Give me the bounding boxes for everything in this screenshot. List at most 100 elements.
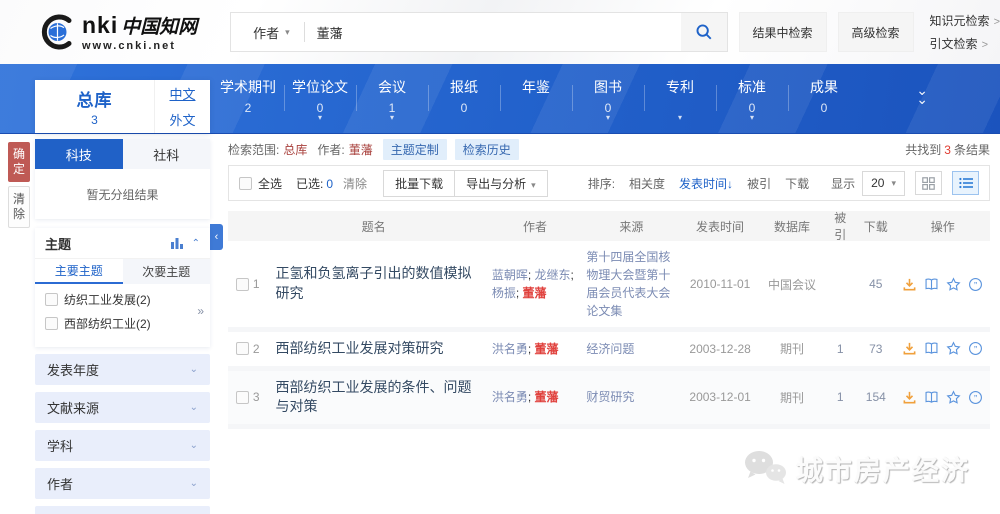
topic-item-label[interactable]: 西部纺织工业(2) [64,315,151,332]
tab-primary-topic[interactable]: 主要主题 [35,259,123,284]
filter-panel-3[interactable]: 作者⌄ [35,468,210,499]
scope-value[interactable]: 总库 [283,141,307,158]
grid-view-button[interactable] [915,171,942,195]
download-icon[interactable] [902,390,917,405]
column-header-0: 题名 [264,218,488,235]
favorite-icon[interactable] [946,277,961,292]
filter-panel-0[interactable]: 发表年度⌄ [35,354,210,385]
read-icon[interactable] [924,390,939,405]
advanced-search-button[interactable]: 高级检索 [838,12,914,52]
lang-foreign-link[interactable]: 外文 [169,110,195,129]
topic-checkbox[interactable] [45,317,58,330]
search-input[interactable] [305,25,681,40]
tab-social[interactable]: 社科 [123,139,211,169]
chevron-double-down-icon[interactable]: ⌄⌄ [916,86,928,104]
topic-customize-chip[interactable]: 主题定制 [383,139,447,160]
knowledge-element-search-link[interactable]: 知识元检索> [930,12,1000,29]
filter-panel-4[interactable]: 机构⌄ [35,506,210,514]
tab-science[interactable]: 科技 [35,139,123,169]
group-clear-button[interactable]: 清除 [8,186,30,228]
row-index: 3 [253,390,260,404]
author-link[interactable]: 洪名勇 [492,342,528,356]
clear-selection-button[interactable]: 清除 [343,175,367,192]
author-link[interactable]: 蓝朝晖 [492,268,528,282]
database-total[interactable]: 总库 3 [35,86,154,127]
chevron-up-icon[interactable]: ⌃ [192,238,200,249]
nav-tab-1[interactable]: 学位论文0▾ [284,64,356,134]
nav-tab-label: 学术期刊 [212,77,284,97]
source-link[interactable]: 财贸研究 [586,388,676,406]
favorite-icon[interactable] [946,341,961,356]
sort-option-1[interactable]: 发表时间↓ [679,175,733,192]
download-icon[interactable] [902,277,917,292]
nav-tab-8[interactable]: 成果0 [788,64,860,134]
batch-download-button[interactable]: 批量下载 [383,170,455,197]
download-icon[interactable] [902,341,917,356]
topic-more-icon[interactable]: » [197,304,204,318]
quote-icon[interactable]: ” [968,277,983,292]
result-row-2: 2西部纺织工业发展对策研究洪名勇; 董藩经济问题2003-12-28期刊173” [228,332,990,371]
title-cell: 西部纺织工业发展对策研究 [264,339,488,359]
author-link[interactable]: 龙继东 [535,268,571,282]
source-link[interactable]: 经济问题 [586,340,676,358]
cited-count: 1 [824,390,856,404]
nav-tab-6[interactable]: 专利▾ [644,64,716,134]
svg-text:”: ” [974,280,977,290]
row-checkbox[interactable] [236,342,249,355]
nav-tab-5[interactable]: 图书0▾ [572,64,644,134]
nav-tab-3[interactable]: 报纸0 [428,64,500,134]
author-link[interactable]: 董藩 [523,286,547,300]
sidebar-collapse-button[interactable]: ‹ [210,224,223,250]
filter-panel-1[interactable]: 文献来源⌄ [35,392,210,423]
author-link[interactable]: 洪名勇 [492,390,528,404]
row-checkbox[interactable] [236,278,249,291]
topic-checkbox[interactable] [45,293,58,306]
author-link[interactable]: 董藩 [535,390,559,404]
select-all-checkbox[interactable] [239,177,252,190]
favorite-icon[interactable] [946,390,961,405]
page-size-select[interactable]: 20▾ [862,171,905,196]
author-link[interactable]: 董藩 [535,342,559,356]
topic-tabs: 主要主题 次要主题 [35,258,210,284]
nav-tab-7[interactable]: 标准0▾ [716,64,788,134]
sort-option-3[interactable]: 下载 [785,175,809,192]
group-confirm-button[interactable]: 确定 [8,142,30,182]
sort-option-0[interactable]: 相关度 [629,175,665,192]
source-link[interactable]: 第十四届全国核物理大会暨第十届会员代表大会论文集 [586,248,676,320]
wechat-watermark: 城市房产经济 [742,448,970,488]
wechat-icon [742,448,788,488]
lang-chinese-link[interactable]: 中文 [169,84,195,103]
column-header-1: 作者 [488,218,583,235]
row-checkbox[interactable] [236,391,249,404]
nav-tab-0[interactable]: 学术期刊2 [212,64,284,134]
nav-tab-4[interactable]: 年鉴 [500,64,572,134]
result-title-link[interactable]: 正氢和负氢离子引出的数值模拟研究 [276,265,472,301]
sort-option-2[interactable]: 被引 [747,175,771,192]
search-history-chip[interactable]: 检索历史 [455,139,519,160]
select-all-label[interactable]: 全选 [258,175,282,192]
sort-bar: 排序: 相关度发表时间↓被引下载 [588,175,809,192]
quote-icon[interactable]: ” [968,390,983,405]
result-title-link[interactable]: 西部纺织工业发展的条件、问题与对策 [276,379,472,415]
search-in-results-button[interactable]: 结果中检索 [739,12,827,52]
nav-tab-label: 专利 [644,77,716,97]
read-icon[interactable] [924,341,939,356]
search-field-select[interactable]: 作者 ▾ [231,23,304,42]
author-link[interactable]: 杨振 [492,286,516,300]
cnki-logo[interactable]: nki 中国知网 www.cnki.net [36,12,220,52]
citation-search-link[interactable]: 引文检索> [930,35,1000,52]
result-title-link[interactable]: 西部纺织工业发展对策研究 [276,340,444,356]
quote-icon[interactable]: ” [968,341,983,356]
nav-tab-count: 0 [428,101,500,115]
export-analyze-button[interactable]: 导出与分析▾ [454,170,548,197]
filter-panel-2[interactable]: 学科⌄ [35,430,210,461]
read-icon[interactable] [924,277,939,292]
nav-tab-2[interactable]: 会议1▾ [356,64,428,134]
search-button[interactable] [681,13,727,51]
chevron-down-icon: ⌄ [190,440,198,451]
tab-secondary-topic[interactable]: 次要主题 [123,259,211,284]
topic-item-label[interactable]: 纺织工业发展(2) [64,291,151,308]
list-view-button[interactable] [952,171,979,195]
authors-cell: 蓝朝晖; 龙继东; 杨振; 董藩 [488,266,582,302]
bar-chart-icon[interactable] [170,237,184,249]
